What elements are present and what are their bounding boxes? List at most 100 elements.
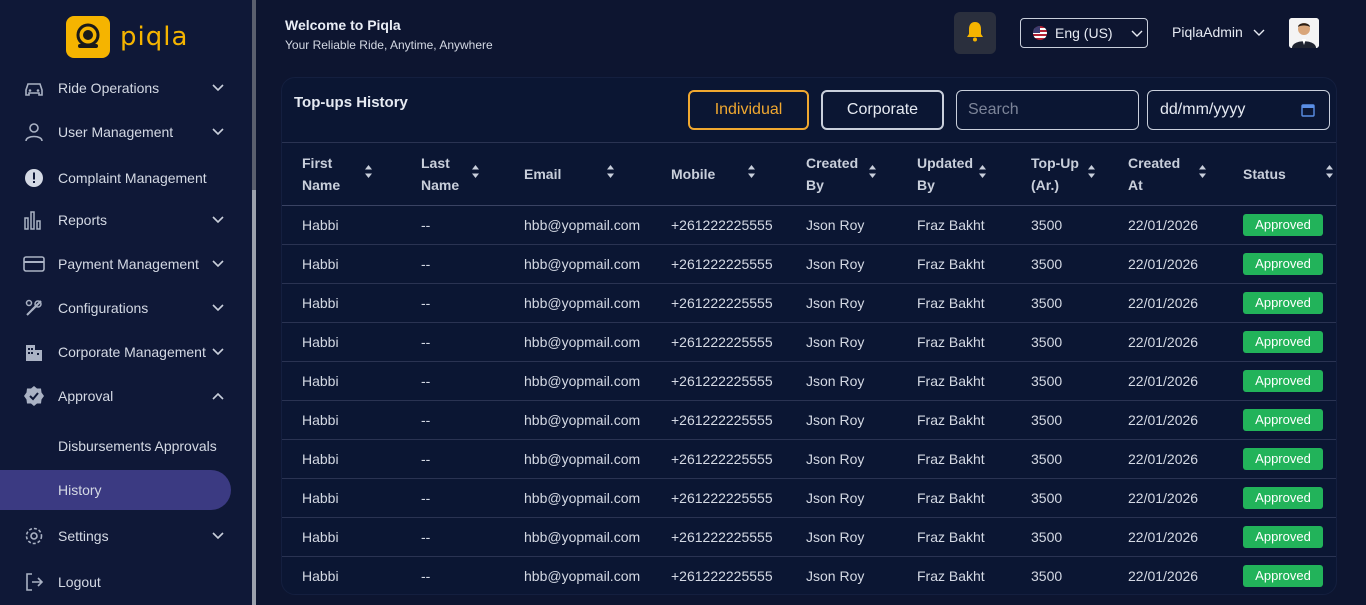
notifications-button[interactable] [954,12,996,54]
table-cell: Json Roy [806,334,865,350]
table-row[interactable]: Habbi -- hbb@yopmail.com +261222225555 Json … [282,557,1336,595]
topups-history-panel: Top-ups History Individual Corporate dd/… [281,77,1337,595]
table-cell: 3500 [1031,256,1063,272]
sort-icon[interactable] [747,163,756,185]
sidebar-item-corporate-management[interactable]: Corporate Management [0,332,232,372]
sidebar-item-configurations[interactable]: Configurations [0,288,232,328]
logo[interactable]: piqla [66,16,188,58]
sort-icon[interactable] [606,163,615,185]
table-cell: Fraz Bakht [917,568,985,584]
sidebar-item-label: Approval [58,388,114,404]
table-row[interactable]: Habbi -- hbb@yopmail.com +261222225555 Json … [282,401,1336,440]
user-menu[interactable]: PiqlaAdmin [1172,24,1265,40]
table-cell: 3500 [1031,373,1063,389]
sidebar-item-complaint-management[interactable]: Complaint Management [0,158,232,198]
sort-icon[interactable] [471,163,480,185]
table-row[interactable]: Habbi -- hbb@yopmail.com +261222225555 Json … [282,518,1336,557]
table-cell: hbb@yopmail.com [524,334,641,350]
table-cell: 3500 [1031,568,1063,584]
table-cell: -- [421,256,431,272]
sidebar-item-user-management[interactable]: User Management [0,112,232,152]
individual-tab-button[interactable]: Individual [688,90,809,130]
corporate-tab-button[interactable]: Corporate [821,90,944,130]
calendar-icon[interactable] [1301,103,1315,122]
table-cell: +261222225555 [671,256,773,272]
sidebar-subitem-history[interactable]: History [0,470,231,510]
column-header[interactable]: Top-Up (Ar.) [1011,143,1108,206]
search-input[interactable] [956,90,1139,130]
sidebar-item-label: Payment Management [58,256,199,272]
table-cell: 3500 [1031,217,1063,233]
table-cell: Habbi [302,334,339,350]
table-body: Habbi -- hbb@yopmail.com +261222225555 Json … [282,206,1336,595]
sort-icon[interactable] [1087,163,1096,185]
sidebar-item-payment-management[interactable]: Payment Management [0,244,232,284]
sort-icon[interactable] [364,163,373,185]
avatar[interactable] [1289,18,1319,48]
language-select[interactable]: Eng (US) [1020,18,1148,48]
user-icon [22,120,46,144]
table-cell: 3500 [1031,451,1063,467]
table-cell: Approved [1223,440,1336,479]
column-header[interactable]: Created At [1108,143,1223,206]
table-cell: -- [421,334,431,350]
column-header[interactable]: Status [1223,143,1336,206]
column-header-label: Email [524,166,562,182]
column-header[interactable]: Updated By [897,143,1011,206]
table-cell: Habbi [302,295,339,311]
sort-icon[interactable] [1325,163,1334,185]
sort-icon[interactable] [978,163,987,185]
table-cell: 22/01/2026 [1128,451,1199,467]
table-row[interactable]: Habbi -- hbb@yopmail.com +261222225555 Json … [282,323,1336,362]
table-row[interactable]: Habbi -- hbb@yopmail.com +261222225555 Json … [282,284,1336,323]
table-row[interactable]: Habbi -- hbb@yopmail.com +261222225555 Json … [282,362,1336,401]
chevron-down-icon [1131,25,1143,41]
table-cell: 22/01/2026 [1128,529,1199,545]
sidebar-item-label: Complaint Management [58,170,207,186]
table-row[interactable]: Habbi -- hbb@yopmail.com +261222225555 Json … [282,245,1336,284]
status-badge: Approved [1243,526,1323,548]
table-cell: 3500 [1031,490,1063,506]
table-cell: +261222225555 [671,568,773,584]
table-cell: hbb@yopmail.com [524,568,641,584]
table-cell: hbb@yopmail.com [524,256,641,272]
topups-table: First Name Last Name Email Mobile Created By… [282,142,1336,595]
column-header[interactable]: Last Name [401,143,504,206]
sidebar-item-label: Configurations [58,300,149,316]
date-field[interactable]: dd/mm/yyyy [1147,90,1330,130]
column-header[interactable]: Email [504,143,651,206]
table-cell: Approved [1223,557,1336,595]
sidebar-scrollbar[interactable] [252,190,256,605]
table-cell: Fraz Bakht [917,334,985,350]
table-cell: Habbi [302,412,339,428]
sort-icon[interactable] [1198,163,1207,185]
sidebar-item-label: Settings [58,528,109,544]
table-cell: Approved [1223,284,1336,323]
table-cell: hbb@yopmail.com [524,295,641,311]
sidebar-item-reports[interactable]: Reports [0,200,232,240]
table-row[interactable]: Habbi -- hbb@yopmail.com +261222225555 Json … [282,440,1336,479]
sidebar-item-label: User Management [58,124,174,140]
column-header-label: Mobile [671,166,716,182]
building-icon [22,340,46,364]
sidebar-item-ride-operations[interactable]: Ride Operations [0,68,232,108]
sort-icon[interactable] [868,163,877,185]
sidebar-item-approval[interactable]: Approval [0,376,232,416]
table-cell: Habbi [302,490,339,506]
chevron-down-icon [210,212,226,228]
us-flag-icon [1033,26,1047,40]
sidebar-item-logout[interactable]: Logout [0,562,232,602]
status-badge: Approved [1243,370,1323,392]
column-header[interactable]: Created By [786,143,897,206]
logo-icon [66,16,110,58]
column-header[interactable]: First Name [282,143,401,206]
table-row[interactable]: Habbi -- hbb@yopmail.com +261222225555 Json … [282,479,1336,518]
column-header-label: Last Name [421,155,460,193]
column-header-label: Updated By [917,155,973,193]
sidebar-item-settings[interactable]: Settings [0,516,232,556]
table-cell: Fraz Bakht [917,295,985,311]
table-row[interactable]: Habbi -- hbb@yopmail.com +261222225555 Json … [282,206,1336,245]
column-header[interactable]: Mobile [651,143,786,206]
table-cell: Habbi [302,256,339,272]
sidebar-subitem-disbursements-approvals[interactable]: Disbursements Approvals [0,426,231,466]
